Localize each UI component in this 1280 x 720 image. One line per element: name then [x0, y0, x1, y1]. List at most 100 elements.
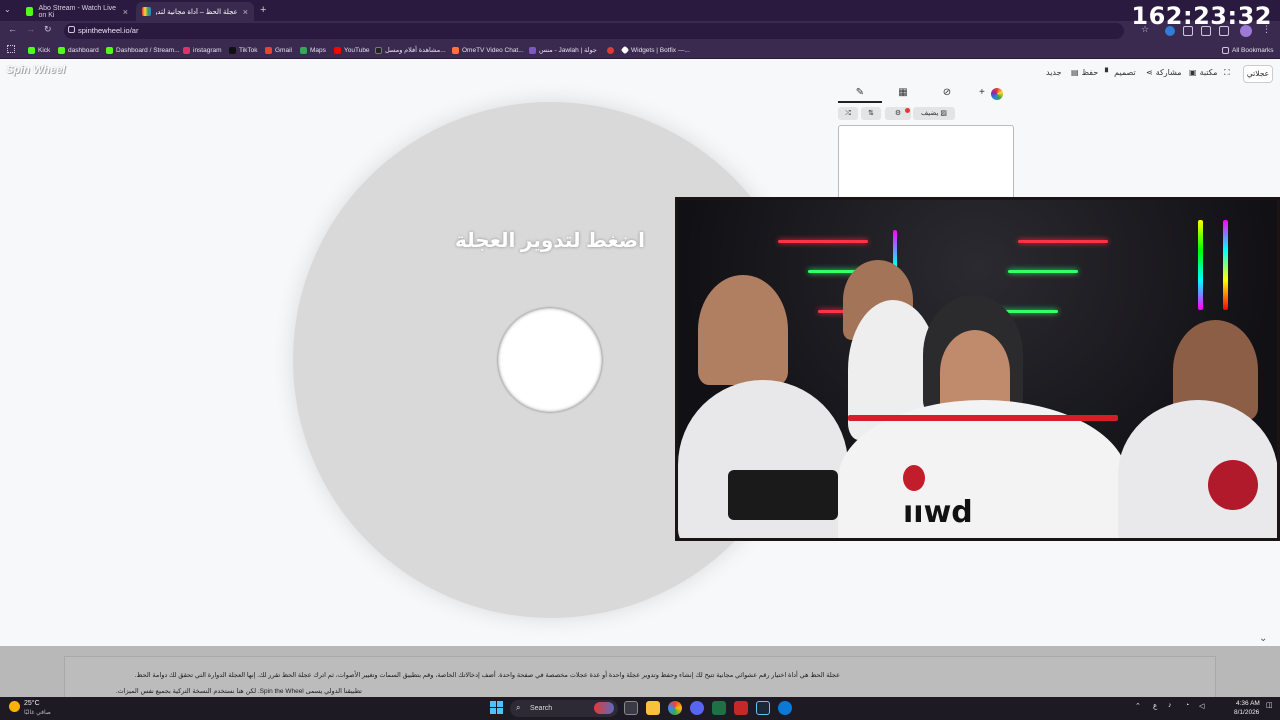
taskbar-time[interactable]: 4:36 AM — [1236, 700, 1260, 707]
info-line-1: عجلة الحظ هي أداة اختيار رقم عشوائي مجان… — [134, 672, 840, 679]
entries-textarea[interactable] — [838, 125, 1014, 200]
tiktok-icon — [229, 46, 236, 54]
weather-icon[interactable] — [9, 701, 20, 712]
pencil-icon: ✎ — [855, 87, 865, 98]
add-image-button[interactable]: ▨ يضيف — [913, 107, 955, 120]
results-tab[interactable]: ▦ — [893, 87, 913, 101]
menu-label: مكتبة — [1199, 68, 1218, 77]
menu-label: مشاركة — [1155, 68, 1182, 77]
reload-icon[interactable]: ↻ — [44, 24, 52, 35]
file-explorer-icon[interactable] — [646, 701, 660, 715]
edit-tab[interactable]: ✎ — [850, 87, 870, 101]
tab-label: عجلة الحظ – أداة مجانية لتدوير ال — [156, 8, 238, 16]
bookmark-label: Kick — [38, 46, 51, 54]
menu-label: تصميم — [1114, 68, 1136, 77]
bookmark-label: مشاهدة أفلام ومسل... — [385, 47, 446, 54]
save-icon: ▤ — [1071, 68, 1079, 77]
taskbar-date[interactable]: 8/1/2026 — [1234, 709, 1259, 716]
my-wheels-button[interactable]: عجلاتي — [1243, 65, 1273, 83]
stream-timer: 162:23:32 — [1131, 2, 1272, 30]
share-button[interactable]: ⋖ مشاركة — [1146, 68, 1182, 77]
shuffle-icon: ⤮ — [845, 110, 851, 117]
webcam-overlay: ııwd — [675, 197, 1280, 541]
apps-grid-icon[interactable] — [7, 45, 15, 53]
edge-icon[interactable] — [778, 701, 792, 715]
url-field[interactable]: spinthewheel.io/ar — [64, 23, 1124, 39]
botfix-icon — [620, 45, 630, 55]
close-icon[interactable]: × — [123, 7, 128, 17]
new-tab-button[interactable]: + — [260, 4, 266, 16]
task-view-icon[interactable] — [624, 701, 638, 715]
microphone-icon[interactable]: ♪ — [1168, 702, 1172, 709]
bookmark-kick[interactable]: Kick — [28, 44, 50, 56]
hide-tab[interactable]: ⊘ — [937, 87, 957, 101]
bookmark-movies[interactable]: مشاهدة أفلام ومسل... — [375, 44, 446, 56]
design-button[interactable]: ▘ تصميم — [1105, 68, 1136, 77]
chevron-down-icon[interactable]: ⌄ — [1259, 633, 1267, 644]
forward-icon[interactable]: → — [26, 24, 35, 34]
bookmark-dashboard-stream[interactable]: Dashboard / Stream... — [106, 44, 180, 56]
bookmark-ometv[interactable]: OmeTV Video Chat... — [452, 44, 524, 56]
excel-icon[interactable] — [712, 701, 726, 715]
discord-icon[interactable] — [690, 701, 704, 715]
back-icon[interactable]: ← — [8, 24, 17, 34]
capcut-icon[interactable] — [734, 701, 748, 715]
library-icon: ▣ — [1189, 68, 1197, 77]
bookmark-label: Widgets | Botfix —... — [631, 46, 690, 54]
tab-spinthewheel[interactable]: عجلة الحظ – أداة مجانية لتدوير ال × — [136, 2, 254, 21]
bookmark-gmail[interactable]: Gmail — [265, 44, 292, 56]
tray-chevron-icon[interactable]: ⌃ — [1135, 702, 1141, 710]
color-wheel-icon[interactable] — [991, 88, 1003, 100]
all-bookmarks[interactable]: All Bookmarks — [1222, 44, 1274, 56]
search-label: Search — [530, 705, 553, 712]
steam-icon[interactable] — [756, 701, 770, 715]
shuffle-button[interactable]: ⤮ — [838, 107, 858, 120]
add-entry-button[interactable]: + — [979, 87, 985, 98]
bookmark-tiktok[interactable]: TikTok — [229, 44, 258, 56]
start-button[interactable] — [490, 701, 503, 714]
bookmark-botfix[interactable]: Widgets | Botfix —... — [620, 44, 690, 56]
windows-taskbar — [0, 697, 1280, 720]
tab-kick[interactable]: Abo Stream - Watch Live on Ki × — [20, 2, 134, 21]
save-button[interactable]: ▤ حفظ — [1071, 68, 1098, 77]
kick-icon — [26, 7, 34, 16]
instagram-icon — [183, 46, 190, 54]
folder-icon — [1222, 46, 1229, 54]
network-icon[interactable]: ◔ — [1185, 702, 1189, 709]
bookmark-label: منس - Jawlah | جولة — [539, 47, 597, 54]
new-button[interactable]: جديد — [1046, 68, 1062, 77]
eye-off-icon: ⊘ — [942, 87, 952, 98]
bookmark-jawlah[interactable]: منس - Jawlah | جولة — [529, 44, 597, 56]
notification-icon[interactable]: ◫ — [1266, 701, 1273, 709]
kick-icon — [106, 46, 113, 54]
tab-label: Abo Stream - Watch Live on Ki — [38, 4, 117, 19]
weather-desc: صافي غالبًا — [24, 710, 51, 716]
close-icon[interactable]: × — [243, 7, 248, 17]
site-logo[interactable]: Spin Wheel — [6, 64, 65, 76]
tab-list-icon[interactable]: ⌄ — [4, 5, 11, 14]
sort-button[interactable]: ⇅ — [861, 107, 881, 120]
bookmark-label: Dashboard / Stream... — [116, 46, 180, 54]
chrome-icon[interactable] — [668, 701, 682, 715]
info-box: عجلة الحظ هي أداة اختيار رقم عشوائي مجان… — [64, 656, 1216, 697]
library-button[interactable]: ▣ مكتبة — [1189, 68, 1217, 77]
bookmark-label: dashboard — [68, 46, 99, 54]
bookmark-dashboard[interactable]: dashboard — [58, 44, 99, 56]
volume-icon[interactable]: ◁ — [1199, 702, 1204, 710]
active-tab-indicator — [838, 101, 882, 103]
language-indicator[interactable]: ع — [1153, 702, 1157, 710]
site-info-icon[interactable] — [68, 26, 75, 33]
bookmark-label: All Bookmarks — [1232, 46, 1274, 54]
bookmark-instagram[interactable]: instagram — [183, 44, 222, 56]
clipboard-icon: ▦ — [898, 87, 908, 98]
bookmark-maps[interactable]: Maps — [300, 44, 326, 56]
fullscreen-icon[interactable]: ⛶ — [1224, 68, 1230, 78]
wheel-hub[interactable] — [498, 308, 602, 412]
bookmark-youtube[interactable]: YouTube — [334, 44, 370, 56]
weather-temp: 25°C — [24, 700, 40, 707]
bookmark-red[interactable] — [607, 44, 614, 56]
paint-roller-icon: ▘ — [1105, 68, 1112, 77]
kick-icon — [58, 46, 65, 54]
bookmark-favicon-icon — [607, 46, 614, 54]
jawlah-icon — [529, 46, 536, 54]
